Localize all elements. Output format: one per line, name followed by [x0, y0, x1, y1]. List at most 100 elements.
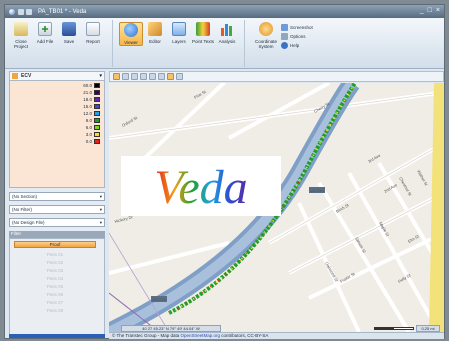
select-tool-button[interactable] — [122, 73, 129, 80]
point-texts-icon — [196, 22, 210, 36]
window-title: PA_TB01 * - Veda — [38, 8, 87, 15]
quick-undo-icon[interactable] — [26, 8, 32, 15]
legend-swatch — [94, 118, 100, 123]
filter-header: Filter — [9, 231, 105, 238]
viewer-button[interactable]: Viewer — [119, 22, 143, 46]
section-dropdown[interactable]: (No Section) ▾ — [9, 192, 105, 201]
legend-item: 9.0 — [86, 118, 100, 123]
pass-filter-item[interactable]: Pass 01 — [10, 252, 100, 257]
pass-filter-item[interactable]: Pass 02 — [10, 260, 100, 265]
legend-swatch — [94, 125, 100, 130]
legend-swatch — [94, 97, 100, 102]
filter-dropdown[interactable]: (No Filter) ▾ — [9, 205, 105, 214]
status-bar: © The Transtec Group - Map data OpenStre… — [109, 332, 444, 339]
zoom-out-button[interactable] — [140, 73, 147, 80]
design-file-dropdown[interactable]: (No Design File) ▾ — [9, 218, 105, 227]
report-button[interactable]: Report — [81, 22, 105, 44]
legend-swatch — [94, 132, 100, 137]
pass-filter-item[interactable]: Pass 04 — [10, 276, 100, 281]
street-label: 3rd Ave — [367, 152, 382, 163]
ribbon-group-view: Viewer Editor Layers Point Texts Analysi… — [117, 20, 245, 67]
options-button[interactable]: Options — [281, 33, 313, 40]
legend: 60.0 21.0 18.0 15.0 12.0 9.0 6.0 3.0 0.0 — [9, 81, 105, 188]
layers-icon — [172, 22, 186, 36]
veda-logo: Veda — [121, 156, 281, 216]
route-shield: US 219 — [310, 188, 324, 193]
left-panel-scrollbar[interactable] — [9, 334, 105, 338]
filter-list: Proof Pass 01 Pass 02 Pass 03 Pass 04 Pass 0… — [9, 238, 105, 335]
editor-button[interactable]: Editor — [143, 22, 167, 44]
app-icon[interactable] — [9, 8, 15, 15]
street-label: Oxford St — [121, 115, 139, 128]
legend-item: 60.0 — [83, 83, 100, 88]
layer-icon — [12, 73, 18, 79]
map-toolbar — [109, 71, 444, 82]
camera-icon — [281, 24, 288, 31]
legend-label: 18.0 — [83, 97, 92, 102]
legend-label: 21.0 — [83, 90, 92, 95]
analysis-button[interactable]: Analysis — [215, 22, 239, 44]
close-project-button[interactable]: Close Project — [9, 22, 33, 49]
street-label: Walnut St — [416, 169, 429, 187]
add-file-button[interactable]: Add File — [33, 22, 57, 44]
coordinate-system-button[interactable]: Coordinate System — [251, 22, 281, 49]
legend-label: 15.0 — [83, 104, 92, 109]
quick-save-icon[interactable] — [18, 8, 24, 15]
coordinate-system-icon — [259, 22, 273, 36]
street-label: Elm St — [407, 233, 420, 244]
veda-logo-image: Veda — [154, 161, 247, 214]
layer-toggle-button[interactable] — [158, 73, 165, 80]
legend-item: 15.0 — [83, 104, 100, 109]
title-bar: PA_TB01 * - Veda _ □ × — [5, 5, 444, 18]
legend-item: 0.0 — [86, 139, 100, 144]
layer-selector[interactable]: ECV ▾ — [9, 71, 105, 81]
pass-filter-item[interactable]: Pass 08 — [10, 308, 100, 313]
point-texts-button[interactable]: Point Texts — [191, 22, 215, 44]
bar-chart-icon — [220, 22, 234, 36]
legend-swatch — [94, 83, 100, 88]
report-icon — [86, 22, 100, 36]
osm-link[interactable]: OpenStreetMap.org — [181, 333, 221, 338]
pass-filter-item[interactable]: Pass 06 — [10, 292, 100, 297]
street-label: Chestnut St — [398, 176, 413, 197]
globe-icon — [124, 23, 138, 37]
basemap-button[interactable] — [167, 73, 174, 80]
screenshot-button[interactable]: Screenshot — [281, 24, 313, 31]
save-button[interactable]: Save — [57, 22, 81, 44]
ribbon-group-tools: Coordinate System Screenshot Options Hel… — [249, 20, 329, 67]
legend-label: 6.0 — [85, 125, 92, 130]
chevron-down-icon: ▾ — [99, 219, 102, 225]
route-shield-2: US 219 — [152, 297, 166, 302]
zoom-extent-button[interactable] — [149, 73, 156, 80]
maximize-button[interactable]: □ — [428, 7, 432, 14]
chevron-down-icon: ▾ — [99, 73, 102, 79]
legend-item: 12.0 — [83, 111, 100, 116]
legend-swatch — [94, 139, 100, 144]
minimize-button[interactable]: _ — [420, 7, 424, 14]
legend-item: 21.0 — [83, 90, 100, 95]
legend-label: 3.0 — [85, 132, 92, 137]
pan-tool-button[interactable] — [113, 73, 120, 80]
zoom-in-button[interactable] — [131, 73, 138, 80]
legend-swatch — [94, 90, 100, 95]
close-window-button[interactable]: × — [436, 7, 440, 14]
left-panel: ECV ▾ 60.0 21.0 18.0 15.0 12.0 9.0 6.0 3.0 0.0 (… — [9, 71, 105, 338]
help-button[interactable]: Help — [281, 42, 313, 49]
pass-filter-item[interactable]: Pass 07 — [10, 300, 100, 305]
proof-filter-item[interactable]: Proof — [14, 241, 96, 248]
coordinate-readout: 40 27 45.23" N 79° 49' 44.04" W — [121, 325, 221, 332]
pass-filter-item[interactable]: Pass 05 — [10, 284, 100, 289]
legend-item: 3.0 — [86, 132, 100, 137]
layers-button[interactable]: Layers — [167, 22, 191, 44]
scale-bar — [374, 327, 414, 330]
ribbon-group-project: Close Project Add File Save Report — [7, 20, 113, 67]
pass-filter-item[interactable]: Pass 03 — [10, 268, 100, 273]
legend-label: 12.0 — [83, 111, 92, 116]
options-icon — [281, 33, 288, 40]
street-label: Oakwood St — [324, 261, 340, 283]
help-icon — [281, 42, 288, 49]
color-scale-button[interactable] — [176, 73, 183, 80]
legend-item: 18.0 — [83, 97, 100, 102]
save-icon — [62, 22, 76, 36]
svg-text:Veda: Veda — [154, 161, 247, 214]
